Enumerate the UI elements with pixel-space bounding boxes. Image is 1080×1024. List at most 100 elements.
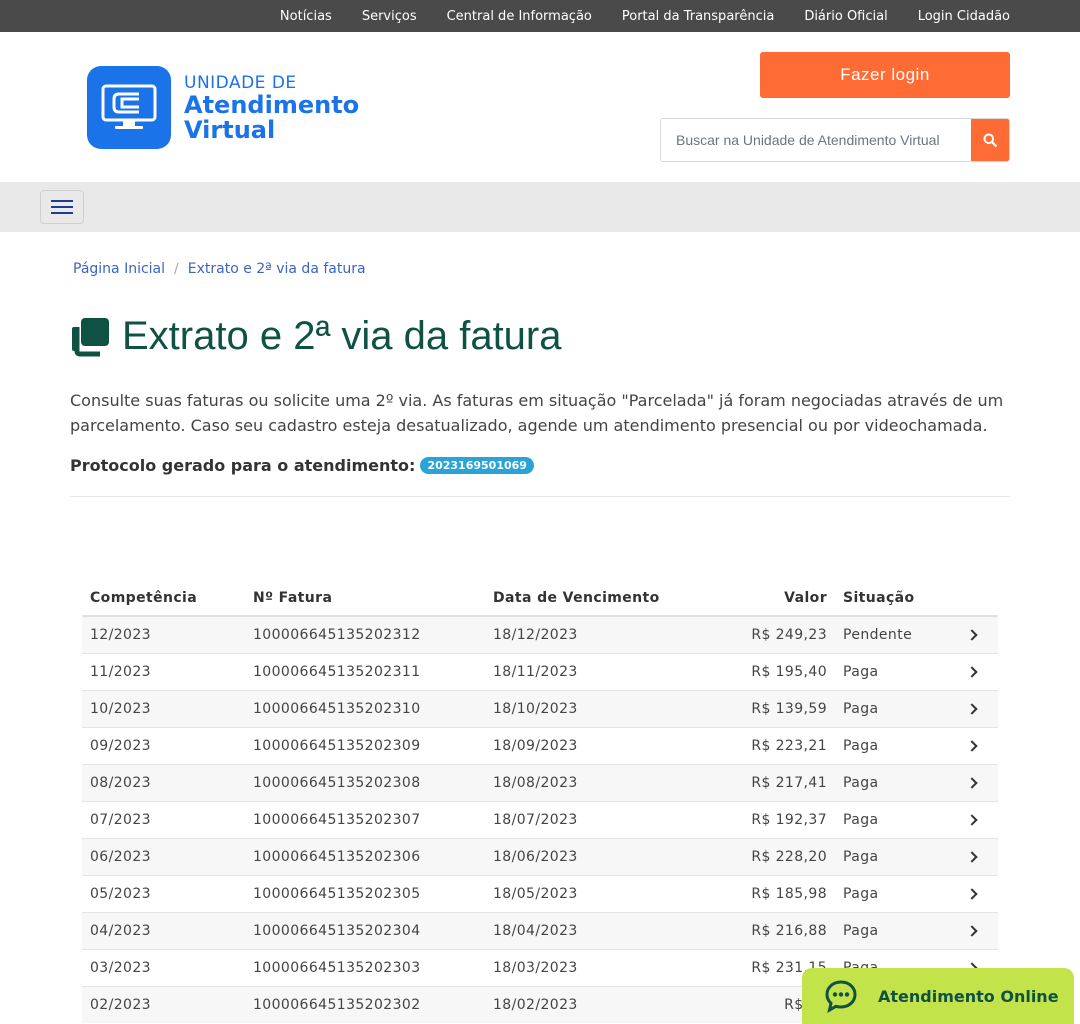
login-button[interactable]: Fazer login [760, 52, 1010, 98]
cell-situacao: Paga [835, 874, 945, 912]
hamburger-icon[interactable] [40, 190, 84, 224]
topnav-item[interactable]: Portal da Transparência [622, 9, 774, 24]
row-action-cell [945, 763, 998, 801]
logo-line3: Virtual [184, 115, 276, 144]
top-nav-list: Notícias Serviços Central de Informação Por… [0, 0, 1080, 32]
chevron-right-icon[interactable] [965, 887, 978, 900]
cell-vencimento: 18/09/2023 [485, 726, 685, 764]
chevron-right-icon[interactable] [965, 629, 978, 641]
cell-competencia: 03/2023 [82, 948, 245, 986]
header-vencimento: Data de Vencimento [485, 580, 685, 617]
breadcrumb-home[interactable]: Página Inicial [73, 261, 165, 277]
row-action-cell [945, 615, 998, 653]
search-input[interactable] [661, 119, 971, 161]
cell-fatura: 100006645135202308 [245, 763, 485, 801]
table-row[interactable]: 05/2023 100006645135202305 18/05/2023 R$ 18… [82, 874, 998, 912]
breadcrumb-current[interactable]: Extrato e 2ª via da fatura [188, 261, 366, 277]
topnav-item[interactable]: Notícias [280, 9, 332, 24]
search-button[interactable] [971, 119, 1009, 161]
page-heading: Extrato e 2ª via da fatura [122, 314, 562, 358]
cell-fatura: 100006645135202304 [245, 911, 485, 949]
row-action-cell [945, 874, 998, 912]
breadcrumb-separator: / [174, 261, 179, 277]
cell-valor: R$ 228,20 [685, 837, 835, 875]
cell-valor: R$ 249,23 [685, 615, 835, 653]
cell-competencia: 10/2023 [82, 689, 245, 727]
topnav-item[interactable]: Login Cidadão [918, 9, 1010, 24]
cell-competencia: 12/2023 [82, 615, 245, 653]
search-icon [983, 133, 997, 147]
breadcrumb: Página Inicial / Extrato e 2ª via da fat… [73, 261, 366, 277]
cell-fatura: 100006645135202311 [245, 652, 485, 690]
topnav-item[interactable]: Central de Informação [447, 9, 592, 24]
cell-situacao: Paga [835, 911, 945, 949]
chevron-right-icon[interactable] [965, 813, 978, 826]
cell-valor: R$ 195,40 [685, 652, 835, 690]
protocol-line: Protocolo gerado para o atendimento: 202… [70, 456, 534, 475]
table-row[interactable]: 04/2023 100006645135202304 18/04/2023 R$ 21… [82, 911, 998, 949]
cell-situacao: Paga [835, 652, 945, 690]
monitor-icon [87, 66, 171, 149]
chevron-right-icon[interactable] [965, 702, 978, 715]
cell-competencia: 09/2023 [82, 726, 245, 764]
cell-vencimento: 18/06/2023 [485, 837, 685, 875]
chevron-right-icon[interactable] [965, 665, 978, 678]
divider [70, 496, 1010, 497]
row-action-cell [945, 800, 998, 838]
cell-situacao: Paga [835, 763, 945, 801]
cell-vencimento: 18/11/2023 [485, 652, 685, 690]
site-logo[interactable]: UNIDADE DE Atendimento Virtual [87, 66, 359, 149]
row-action-cell [945, 689, 998, 727]
chat-icon [825, 980, 857, 1013]
cell-vencimento: 18/12/2023 [485, 615, 685, 653]
cell-situacao: Paga [835, 837, 945, 875]
protocol-label: Protocolo gerado para o atendimento: [70, 456, 416, 475]
cell-vencimento: 18/04/2023 [485, 911, 685, 949]
header-competencia: Competência [82, 580, 245, 617]
header-valor: Valor [685, 580, 835, 617]
logo-line2: Atendimento [184, 90, 360, 119]
chevron-right-icon[interactable] [965, 776, 978, 789]
table-body: 12/2023 100006645135202312 18/12/2023 R$ 24… [82, 615, 998, 1023]
cell-fatura: 100006645135202312 [245, 615, 485, 653]
main-navbar [0, 182, 1080, 232]
row-action-cell [945, 726, 998, 764]
online-support-button[interactable]: Atendimento Online [802, 968, 1074, 1024]
table-row[interactable]: 07/2023 100006645135202307 18/07/2023 R$ 19… [82, 800, 998, 838]
topnav-item[interactable]: Serviços [362, 9, 417, 24]
cell-competencia: 04/2023 [82, 911, 245, 949]
cell-valor: R$ 223,21 [685, 726, 835, 764]
cell-fatura: 100006645135202305 [245, 874, 485, 912]
chevron-right-icon[interactable] [965, 739, 978, 752]
table-header: Competência Nº Fatura Data de Vencimento… [82, 580, 998, 617]
search-box [660, 118, 1010, 162]
site-header: UNIDADE DE Atendimento Virtual Fazer log… [0, 32, 1080, 182]
cell-vencimento: 18/08/2023 [485, 763, 685, 801]
cell-competencia: 02/2023 [82, 985, 245, 1023]
online-support-label: Atendimento Online [878, 986, 1059, 1006]
protocol-badge: 2023169501069 [420, 457, 534, 474]
header-actions [945, 580, 998, 617]
cell-vencimento: 18/10/2023 [485, 689, 685, 727]
table-row[interactable]: 08/2023 100006645135202308 18/08/2023 R$ 21… [82, 763, 998, 801]
chevron-right-icon[interactable] [965, 850, 978, 863]
cell-competencia: 11/2023 [82, 652, 245, 690]
header-situacao: Situação [835, 580, 945, 617]
cell-valor: R$ 216,88 [685, 911, 835, 949]
cell-valor: R$ 185,98 [685, 874, 835, 912]
cell-fatura: 100006645135202302 [245, 985, 485, 1023]
cell-fatura: 100006645135202303 [245, 948, 485, 986]
table-row[interactable]: 10/2023 100006645135202310 18/10/2023 R$ 13… [82, 689, 998, 727]
cell-competencia: 07/2023 [82, 800, 245, 838]
table-row[interactable]: 06/2023 100006645135202306 18/06/2023 R$ 22… [82, 837, 998, 875]
cell-competencia: 08/2023 [82, 763, 245, 801]
chevron-right-icon[interactable] [965, 924, 978, 937]
table-row[interactable]: 12/2023 100006645135202312 18/12/2023 R$ 24… [82, 615, 998, 653]
table-row[interactable]: 09/2023 100006645135202309 18/09/2023 R$ 22… [82, 726, 998, 764]
table-row[interactable]: 11/2023 100006645135202311 18/11/2023 R$ 19… [82, 652, 998, 690]
row-action-cell [945, 911, 998, 949]
topnav-item[interactable]: Diário Oficial [804, 9, 887, 24]
copy-icon [72, 317, 109, 356]
logo-text: UNIDADE DE Atendimento Virtual [184, 73, 359, 143]
cell-fatura: 100006645135202307 [245, 800, 485, 838]
